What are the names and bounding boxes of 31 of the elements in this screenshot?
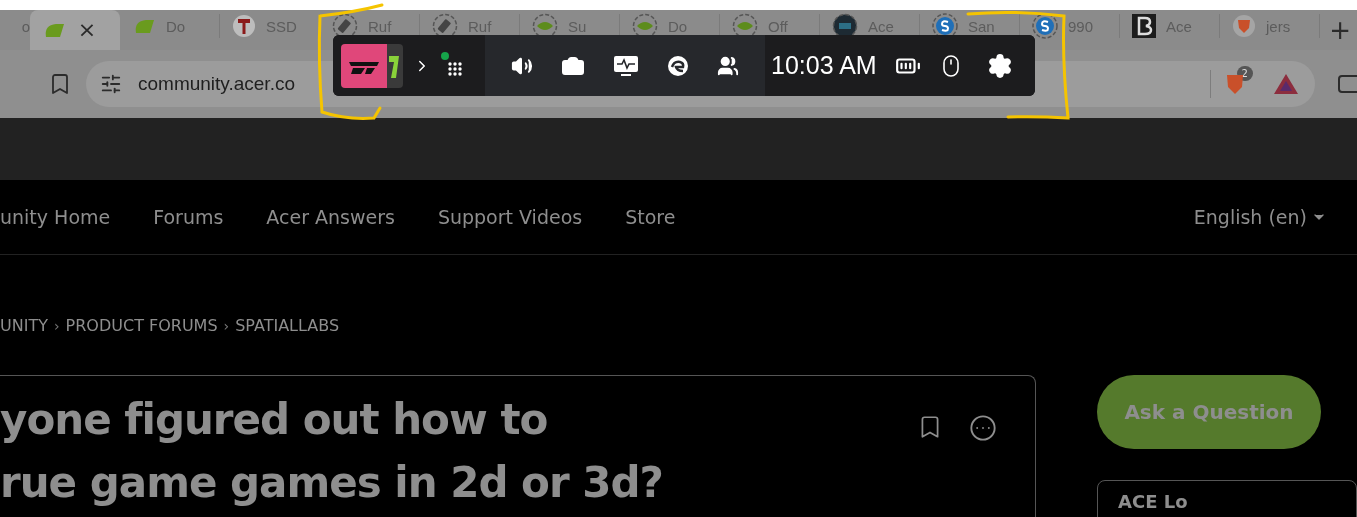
language-dropdown[interactable]: English (en) — [1193, 206, 1327, 228]
swirl-logo-icon[interactable] — [667, 54, 689, 77]
clock-time: 10:03 AM — [771, 51, 877, 80]
site-settings-icon[interactable] — [100, 73, 122, 95]
nav-link[interactable]: Support Videos — [437, 206, 583, 228]
people-icon[interactable] — [717, 54, 739, 77]
browser-tab[interactable]: × — [30, 10, 120, 50]
settings-icon[interactable] — [986, 52, 1013, 79]
breadcrumb-separator: › — [223, 317, 230, 334]
letter-s-logo-icon — [1032, 13, 1058, 39]
close-tab-button[interactable]: × — [76, 19, 98, 41]
more-options-icon[interactable] — [969, 414, 997, 442]
nav-link[interactable]: unity Home — [0, 206, 111, 228]
breadcrumb-link[interactable]: PRODUCT FORUMS — [65, 316, 218, 335]
breadcrumb-separator: › — [53, 317, 60, 334]
square-logo-icon — [1132, 14, 1156, 38]
breadcrumb-link[interactable]: SPATIALLABS — [235, 316, 340, 335]
post-title: yone figured out how to — [0, 394, 549, 446]
nav-link[interactable]: Forums — [153, 206, 224, 228]
post-title: rue game games in 2d or 3d? — [0, 457, 663, 509]
lion-shield-icon — [1232, 14, 1256, 38]
nav-link[interactable]: Acer Answers — [266, 206, 395, 228]
game-thumbnail[interactable] — [341, 43, 403, 88]
new-tab-button[interactable]: + — [1323, 17, 1357, 43]
hammer-icon — [232, 14, 256, 38]
breadcrumb-link[interactable]: UNITY — [0, 316, 48, 335]
ask-question-button[interactable]: Ask a Question — [1097, 375, 1321, 449]
triangle-logo-icon[interactable] — [1273, 72, 1299, 96]
performance-monitor-icon[interactable] — [613, 53, 639, 78]
nav-link[interactable]: Store — [625, 206, 676, 228]
card-title: ACE Lo — [1118, 491, 1188, 512]
